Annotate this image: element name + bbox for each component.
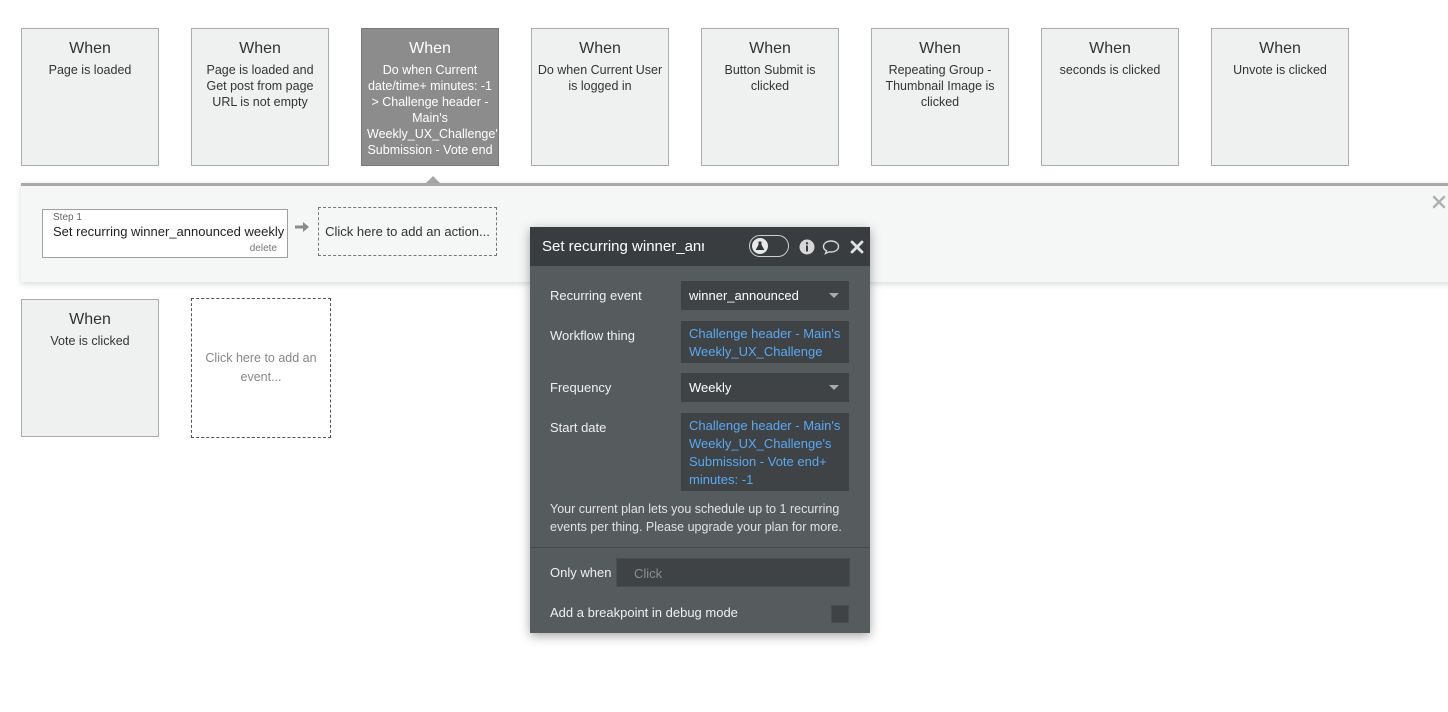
event-card-user-logged-in[interactable]: When Do when Current User is logged in bbox=[531, 28, 669, 166]
recurring-event-value: winner_announced bbox=[689, 288, 799, 303]
step-1-action[interactable]: Step 1 Set recurring winner_announced we… bbox=[42, 209, 288, 258]
event-when-label: When bbox=[409, 40, 451, 57]
event-when-label: When bbox=[1259, 40, 1301, 57]
close-icon[interactable] bbox=[1432, 195, 1446, 209]
event-description: Button Submit is clicked bbox=[724, 63, 816, 93]
toggle-knob bbox=[752, 238, 768, 254]
chevron-down-icon bbox=[829, 293, 839, 298]
event-when-label: When bbox=[69, 40, 111, 57]
event-when-label: When bbox=[69, 311, 111, 328]
selected-event-pointer bbox=[426, 176, 440, 183]
step-delete-link[interactable]: delete bbox=[250, 243, 277, 254]
event-when-label: When bbox=[919, 40, 961, 57]
info-icon[interactable] bbox=[799, 239, 815, 255]
event-description: Page is loaded bbox=[48, 63, 132, 77]
comment-icon[interactable] bbox=[822, 239, 840, 255]
event-card-unvote-clicked[interactable]: When Unvote is clicked bbox=[1211, 28, 1349, 166]
workflow-thing-expression[interactable]: Challenge header - Main's Weekly_UX_Chal… bbox=[681, 321, 849, 363]
event-description: Vote is clicked bbox=[50, 334, 130, 348]
panel-title: Set recurring winner_announced weekly bbox=[542, 238, 704, 255]
event-when-label: When bbox=[749, 40, 791, 57]
event-description: Do when Current User is logged in bbox=[537, 63, 663, 93]
frequency-label: Frequency bbox=[550, 380, 612, 395]
event-card-page-loaded[interactable]: When Page is loaded bbox=[21, 28, 159, 166]
event-card-thumbnail-clicked[interactable]: When Repeating Group - Thumbnail Image i… bbox=[871, 28, 1009, 166]
event-description: Page is loaded and Get post from page UR… bbox=[206, 63, 314, 109]
event-description: Repeating Group - Thumbnail Image is cli… bbox=[885, 63, 995, 109]
breakpoint-label: Add a breakpoint in debug mode bbox=[550, 605, 738, 620]
step-action-name: Set recurring winner_announced weekly bbox=[53, 224, 285, 239]
event-description: Do when Current date/time+ minutes: -1 >… bbox=[367, 63, 499, 157]
chevron-down-icon bbox=[829, 385, 839, 390]
recurring-event-label: Recurring event bbox=[550, 288, 642, 303]
start-date-label: Start date bbox=[550, 420, 607, 435]
event-card-seconds-clicked[interactable]: When seconds is clicked bbox=[1041, 28, 1179, 166]
frequency-dropdown[interactable]: Weekly bbox=[681, 373, 849, 402]
only-when-input[interactable]: Click bbox=[616, 558, 850, 587]
workflow-editor: When Page is loaded When Page is loaded … bbox=[0, 0, 1448, 712]
breakpoint-checkbox[interactable] bbox=[831, 605, 849, 623]
panel-divider bbox=[530, 547, 870, 548]
panel-header: Set recurring winner_announced weekly bbox=[530, 227, 870, 266]
event-card-page-loaded-get-post[interactable]: When Page is loaded and Get post from pa… bbox=[191, 28, 329, 166]
step-number-label: Step 1 bbox=[53, 212, 82, 223]
event-when-label: When bbox=[579, 40, 621, 57]
event-description: Unvote is clicked bbox=[1233, 63, 1327, 77]
event-description: seconds is clicked bbox=[1059, 63, 1161, 77]
add-event-button[interactable]: Click here to add an event... bbox=[191, 298, 331, 438]
flask-icon bbox=[755, 241, 765, 250]
event-card-do-when-date[interactable]: When Do when Current date/time+ minutes:… bbox=[361, 28, 499, 166]
frequency-value: Weekly bbox=[689, 380, 732, 395]
only-when-label: Only when bbox=[550, 565, 612, 580]
action-property-panel: Set recurring winner_announced weekly bbox=[530, 227, 870, 633]
event-card-button-submit[interactable]: When Button Submit is clicked bbox=[701, 28, 839, 166]
workflow-thing-label: Workflow thing bbox=[550, 328, 636, 343]
close-icon[interactable] bbox=[850, 240, 864, 254]
arrow-right-icon bbox=[295, 222, 309, 232]
plan-limit-note: Your current plan lets you schedule up t… bbox=[550, 502, 842, 534]
debug-toggle[interactable] bbox=[749, 235, 789, 257]
event-card-vote-clicked[interactable]: When Vote is clicked bbox=[21, 299, 159, 437]
event-when-label: When bbox=[239, 40, 281, 57]
start-date-expression[interactable]: Challenge header - Main's Weekly_UX_Chal… bbox=[681, 413, 849, 491]
event-when-label: When bbox=[1089, 40, 1131, 57]
add-action-button[interactable]: Click here to add an action... bbox=[318, 207, 497, 256]
recurring-event-dropdown[interactable]: winner_announced bbox=[681, 281, 849, 310]
